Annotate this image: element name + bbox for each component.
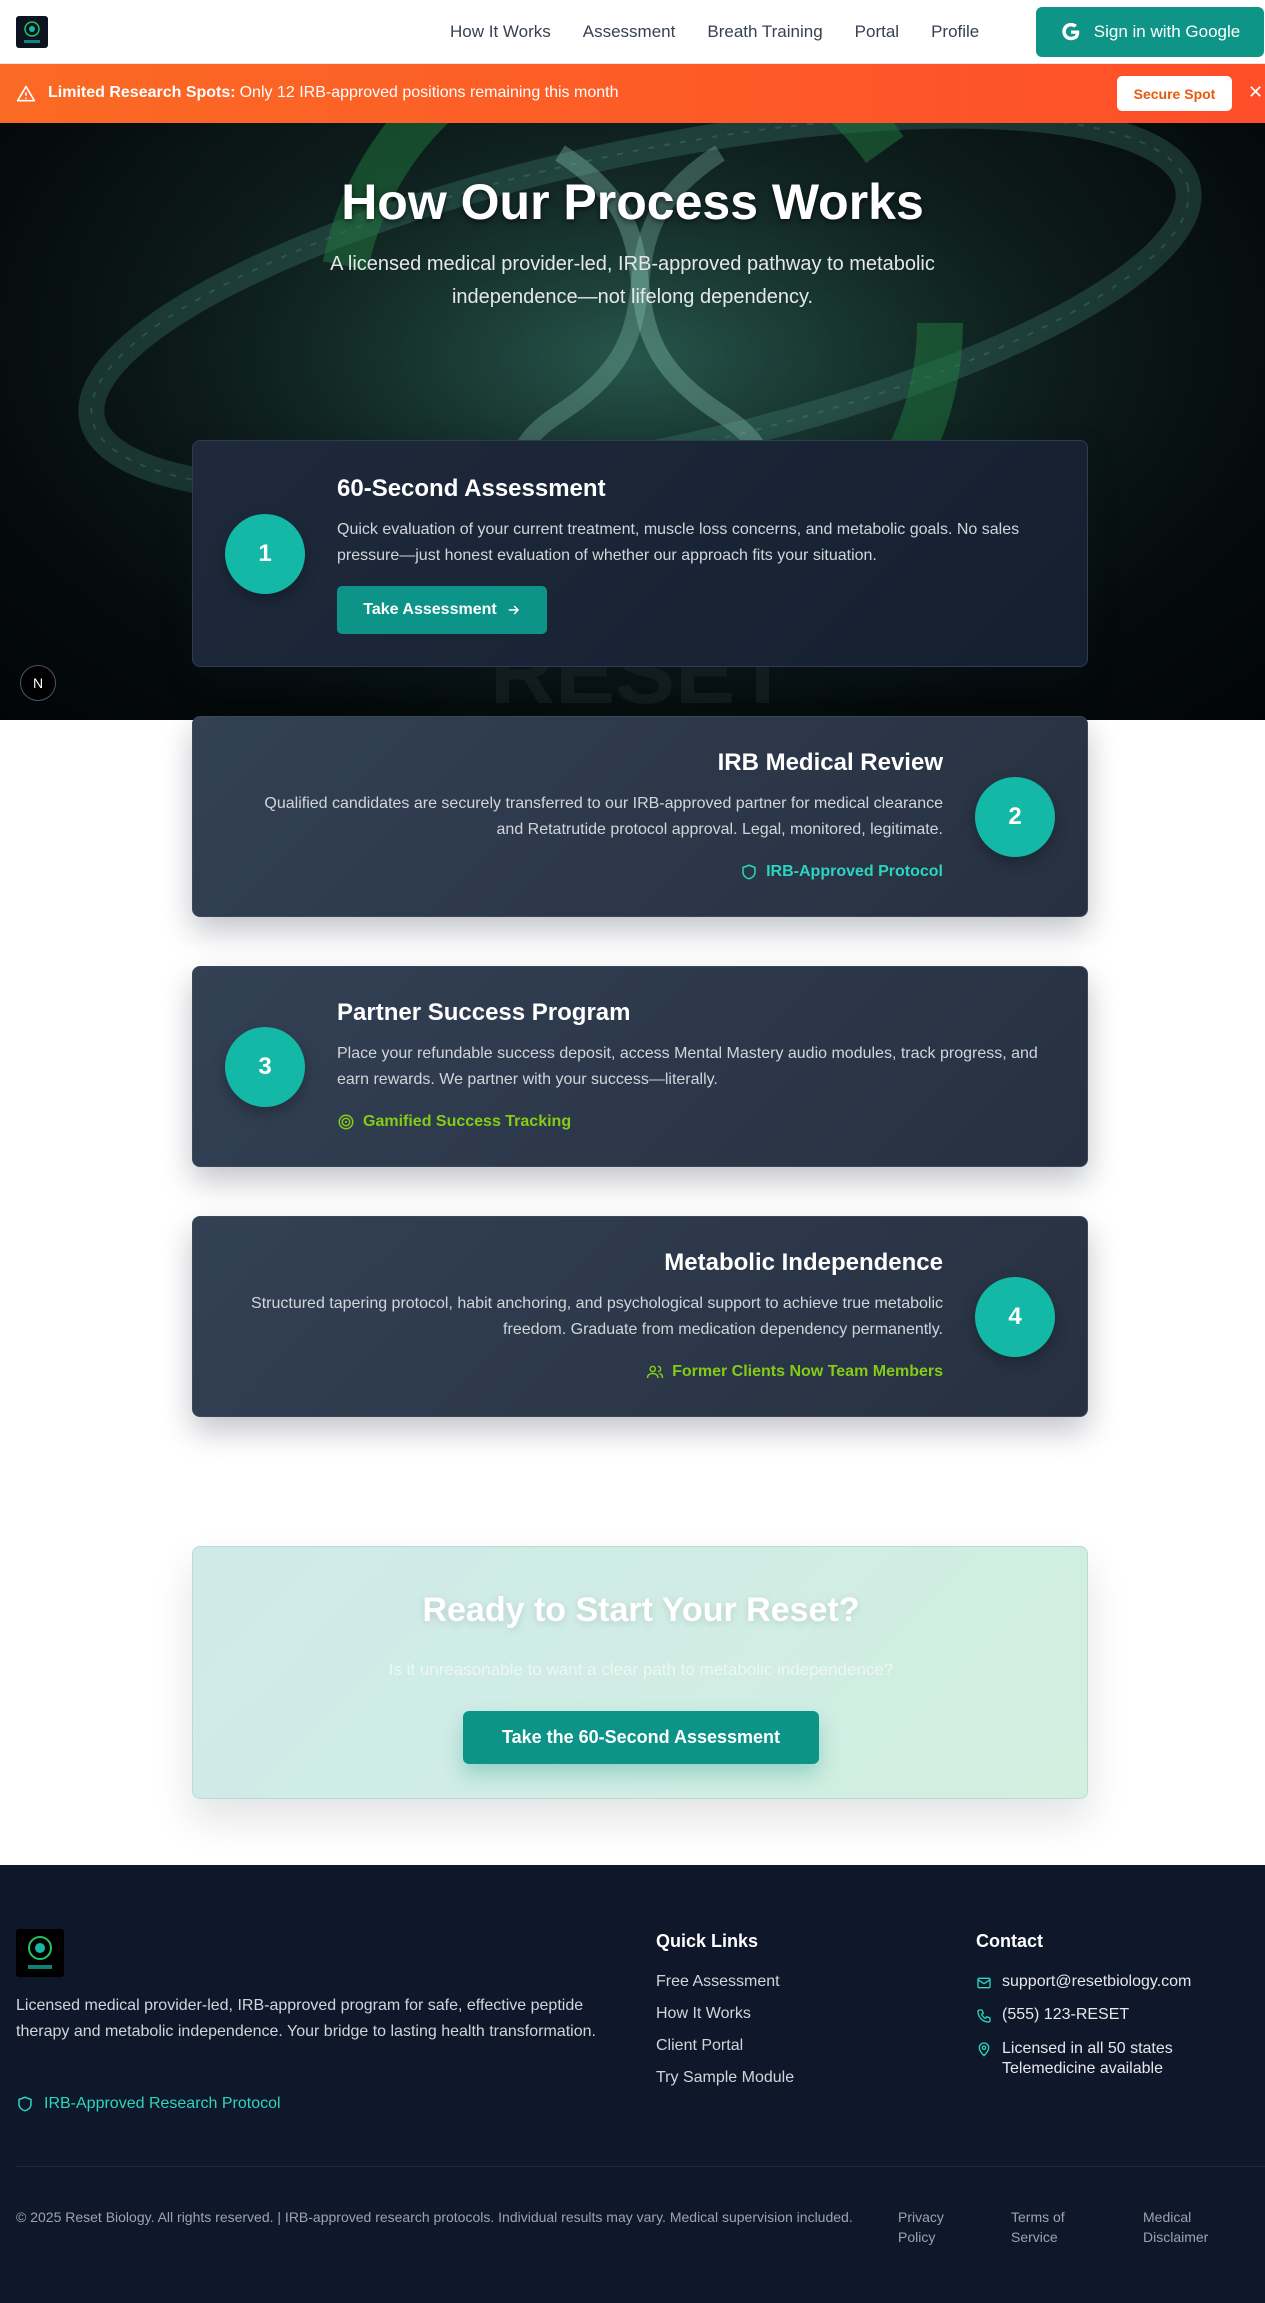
google-signin-label: Sign in with Google xyxy=(1093,22,1241,41)
shield-icon xyxy=(18,2096,32,2112)
footer-link-sample-module[interactable]: Try Sample Module xyxy=(656,2069,794,2101)
step-card-assessment: 1 60-Second Assessment Quick evaluation … xyxy=(192,440,1088,667)
contact-phone[interactable]: (555) 123-RESET xyxy=(976,2006,1191,2024)
gamified-tracking-tag: Gamified Success Tracking xyxy=(337,1113,571,1131)
google-icon xyxy=(1062,22,1079,41)
take-assessment-label: Take Assessment xyxy=(363,601,497,618)
step-title: Metabolic Independence xyxy=(664,1249,943,1276)
phone-icon xyxy=(977,2009,991,2023)
license-line-1: Licensed in all 50 states xyxy=(1002,2040,1173,2057)
cta-panel: Ready to Start Your Reset? Is it unreaso… xyxy=(192,1546,1088,1799)
footer: Licensed medical provider-led, IRB-appro… xyxy=(0,1865,1265,2303)
step-number: 4 xyxy=(975,1277,1055,1357)
cta-subtitle: Is it unreasonable to want a clear path … xyxy=(388,1660,894,1679)
cta-title: Ready to Start Your Reset? xyxy=(422,1591,860,1629)
medical-disclaimer-link[interactable]: Medical Disclaimer xyxy=(1143,2207,1223,2247)
dev-badge[interactable]: N xyxy=(20,665,56,701)
step-title: 60-Second Assessment xyxy=(337,475,606,502)
contact-license: Licensed in all 50 states Telemedicine a… xyxy=(976,2039,1191,2079)
top-navigation: How It Works Assessment Breath Training … xyxy=(0,0,1265,64)
nav-link-how-it-works[interactable]: How It Works xyxy=(450,22,551,42)
target-icon xyxy=(338,1114,354,1130)
banner-text: Only 12 IRB-approved positions remaining… xyxy=(239,84,619,101)
footer-divider xyxy=(16,2166,1265,2167)
copyright-text: © 2025 Reset Biology. All rights reserve… xyxy=(16,2209,853,2225)
tag-label: Gamified Success Tracking xyxy=(363,1113,572,1130)
close-icon[interactable]: ✕ xyxy=(1248,82,1263,103)
contact-heading: Contact xyxy=(976,1931,1043,1951)
step-title: IRB Medical Review xyxy=(717,749,943,776)
footer-irb-label: IRB-Approved Research Protocol xyxy=(44,2095,281,2112)
page-title: How Our Process Works xyxy=(341,174,924,230)
site-logo[interactable] xyxy=(16,16,48,48)
page-subtitle: A licensed medical provider-led, IRB-app… xyxy=(330,253,935,308)
step-number: 3 xyxy=(225,1027,305,1107)
arrow-right-icon xyxy=(508,605,519,615)
step-description: Structured tapering protocol, habit anch… xyxy=(251,1295,943,1338)
privacy-policy-link[interactable]: Privacy Policy xyxy=(898,2207,968,2247)
limited-spots-banner: Limited Research Spots: Only 12 IRB-appro… xyxy=(0,64,1265,123)
step-card-partner-success: 3 Partner Success Program Place your ref… xyxy=(192,966,1088,1167)
tag-label: IRB-Approved Protocol xyxy=(766,863,943,880)
step-number: 1 xyxy=(225,514,305,594)
footer-irb-badge: IRB-Approved Research Protocol xyxy=(16,2095,281,2113)
footer-logo[interactable] xyxy=(16,1929,64,1977)
footer-link-free-assessment[interactable]: Free Assessment xyxy=(656,1973,794,2005)
mail-icon xyxy=(977,1977,991,1989)
contact-phone-text: (555) 123-RESET xyxy=(1002,2006,1130,2023)
step-description: Quick evaluation of your current treatme… xyxy=(337,521,1020,564)
contact-email[interactable]: support@resetbiology.com xyxy=(976,1973,1191,1991)
secure-spot-button[interactable]: Secure Spot xyxy=(1117,76,1232,111)
license-line-2: Telemedicine available xyxy=(1002,2060,1163,2077)
quick-links-heading: Quick Links xyxy=(656,1931,759,1951)
nav-links: How It Works Assessment Breath Training … xyxy=(450,0,979,64)
step-title: Partner Success Program xyxy=(337,999,631,1026)
banner-bold-text: Limited Research Spots: xyxy=(48,84,236,101)
nav-link-assessment[interactable]: Assessment xyxy=(583,22,676,42)
quick-links-list: Free Assessment How It Works Client Port… xyxy=(656,1973,794,2101)
step-card-metabolic-independence: 4 Metabolic Independence Structured tape… xyxy=(192,1216,1088,1417)
step-number: 2 xyxy=(975,777,1055,857)
banner-message: Limited Research Spots: Only 12 IRB-appro… xyxy=(48,84,618,102)
take-assessment-button[interactable]: Take Assessment xyxy=(337,586,547,634)
map-pin-icon xyxy=(978,2042,990,2057)
nav-link-portal[interactable]: Portal xyxy=(855,22,899,42)
step-description: Qualified candidates are securely transf… xyxy=(264,795,943,838)
footer-description: Licensed medical provider-led, IRB-appro… xyxy=(16,1997,596,2040)
contact-email-text: support@resetbiology.com xyxy=(1002,1973,1192,1990)
tag-label: Former Clients Now Team Members xyxy=(672,1363,943,1380)
step-card-irb-review: 2 IRB Medical Review Qualified candidate… xyxy=(192,716,1088,917)
users-icon xyxy=(646,1365,664,1379)
former-clients-tag: Former Clients Now Team Members xyxy=(646,1363,943,1381)
warning-icon xyxy=(16,85,36,102)
shield-icon xyxy=(742,864,756,880)
footer-link-client-portal[interactable]: Client Portal xyxy=(656,2037,794,2069)
irb-approved-tag: IRB-Approved Protocol xyxy=(740,863,943,881)
nav-link-breath-training[interactable]: Breath Training xyxy=(707,22,822,42)
google-signin-button[interactable]: Sign in with Google xyxy=(1036,7,1264,57)
footer-link-how-it-works[interactable]: How It Works xyxy=(656,2005,794,2037)
step-description: Place your refundable success deposit, a… xyxy=(337,1045,1038,1088)
contact-list: support@resetbiology.com (555) 123-RESET… xyxy=(976,1973,1191,2094)
take-60-second-assessment-button[interactable]: Take the 60-Second Assessment xyxy=(463,1711,819,1764)
nav-link-profile[interactable]: Profile xyxy=(931,22,979,42)
terms-of-service-link[interactable]: Terms of Service xyxy=(1011,2207,1081,2247)
